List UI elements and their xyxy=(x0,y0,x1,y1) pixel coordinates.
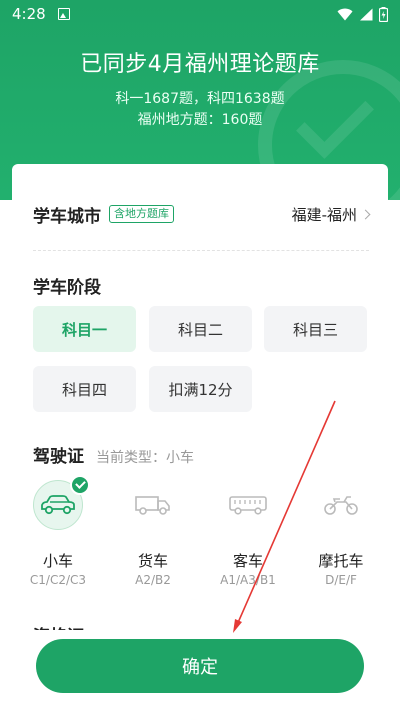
stage-option-subject-1[interactable]: 科目一 xyxy=(33,306,136,352)
city-value-text: 福建-福州 xyxy=(291,205,357,224)
question-count-line: 科一1687题，科四1638题 xyxy=(115,91,285,107)
chevron-right-icon xyxy=(360,209,371,219)
vehicle-name: 货车 xyxy=(137,552,168,570)
license-current-type: 当前类型：小车 xyxy=(96,450,194,466)
stage-title: 学车阶段 xyxy=(33,278,101,298)
car-icon xyxy=(41,495,75,515)
stage-option-subject-4[interactable]: 科目四 xyxy=(33,366,136,412)
local-question-count-line: 福州地方题：160题 xyxy=(137,112,263,128)
vehicle-icon-wrap xyxy=(33,475,90,530)
vehicle-icon-wrap xyxy=(316,480,366,530)
vehicle-option-motorcycle[interactable]: 摩托车 D/E/F xyxy=(296,480,386,587)
vehicle-option-bus[interactable]: 客车 A1/A3/B1 xyxy=(203,480,293,587)
sync-title: 已同步4月福州理论题库 xyxy=(80,52,320,77)
dashed-divider xyxy=(33,250,369,251)
signal-icon xyxy=(360,8,373,20)
battery-icon xyxy=(379,6,388,22)
stage-option-subject-3[interactable]: 科目三 xyxy=(264,306,367,352)
license-row: 驾驶证 当前类型：小车 xyxy=(33,442,194,467)
wifi-icon xyxy=(337,8,353,20)
vehicle-icon-wrap xyxy=(128,480,178,530)
city-label: 学车城市 xyxy=(33,206,101,227)
license-title: 驾驶证 xyxy=(33,447,84,467)
status-bar: 4:28 xyxy=(0,0,400,28)
vehicle-icon-wrap xyxy=(223,480,273,530)
motorcycle-icon xyxy=(324,496,358,515)
vehicle-codes: D/E/F xyxy=(325,573,357,587)
city-value[interactable]: 福建-福州 xyxy=(291,204,371,225)
selected-check-icon xyxy=(70,475,90,495)
vehicle-codes: A2/B2 xyxy=(135,573,171,587)
vehicle-name: 客车 xyxy=(232,552,263,570)
stage-option-points-deducted[interactable]: 扣满12分 xyxy=(149,366,252,412)
vehicle-name: 摩托车 xyxy=(318,552,364,570)
stage-option-subject-2[interactable]: 科目二 xyxy=(149,306,252,352)
status-time: 4:28 xyxy=(12,5,46,23)
image-notification-icon xyxy=(57,8,70,20)
city-row[interactable]: 学车城市 含地方题库 福建-福州 xyxy=(33,198,371,230)
vehicle-codes: C1/C2/C3 xyxy=(29,573,87,587)
vehicle-option-truck[interactable]: 货车 A2/B2 xyxy=(108,480,198,587)
vehicle-name: 小车 xyxy=(42,552,73,570)
confirm-button[interactable]: 确定 xyxy=(36,639,364,693)
bus-icon xyxy=(229,496,267,515)
vehicle-codes: A1/A3/B1 xyxy=(220,573,276,587)
local-bank-tag: 含地方题库 xyxy=(109,205,174,223)
truck-icon xyxy=(135,496,170,515)
vehicle-option-car[interactable]: 小车 C1/C2/C3 xyxy=(13,475,103,587)
